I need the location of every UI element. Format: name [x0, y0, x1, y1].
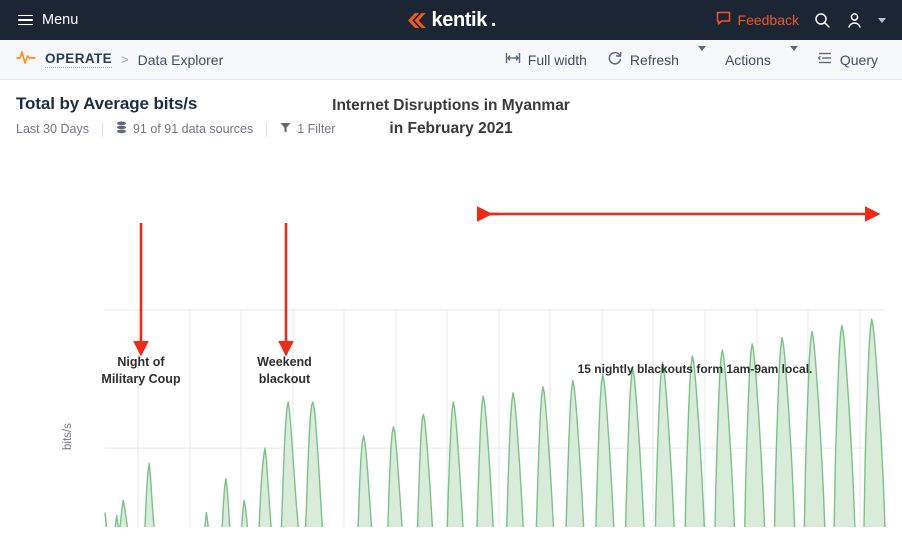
speech-bubble-icon: [716, 11, 731, 29]
chevron-down-icon: [697, 45, 706, 68]
annotation-weekend-blackout: Weekend blackout: [257, 355, 312, 386]
refresh-label: Refresh: [629, 51, 679, 68]
refresh-button[interactable]: Refresh: [599, 45, 687, 74]
chart-gridlines: [105, 309, 886, 527]
annotation-nightly-blackouts: 15 nightly blackouts form 1am-9am local.: [577, 362, 813, 376]
top-nav-actions: Feedback: [716, 11, 886, 29]
breadcrumb-data-explorer[interactable]: Data Explorer: [138, 52, 224, 68]
list-lines-icon: [817, 51, 833, 68]
filters-label: 1 Filter: [297, 122, 336, 136]
breadcrumb-separator: >: [121, 52, 129, 67]
breadcrumb-toolbar: OPERATE > Data Explorer Full width Refre…: [0, 40, 902, 80]
user-avatar-icon[interactable]: [846, 12, 863, 29]
annotation-military-coup: Night of Military Coup: [101, 355, 181, 386]
chart-container: bits/s Night of Military Coup Weekend bl…: [0, 142, 902, 527]
funnel-filter-icon: [280, 122, 291, 137]
breadcrumb-operate[interactable]: OPERATE: [45, 51, 113, 68]
time-range-label: Last 30 Days: [16, 122, 89, 136]
page-title: Total by Average bits/s: [16, 94, 198, 113]
panel-header: Total by Average bits/s Last 30 Days 91 …: [0, 80, 902, 142]
query-button[interactable]: Query: [809, 46, 886, 73]
meta-divider: [266, 121, 268, 137]
feedback-button[interactable]: Feedback: [716, 11, 799, 29]
kentik-chevrons-icon: [406, 12, 428, 29]
y-axis-label: bits/s: [62, 423, 74, 450]
arrows-horizontal-icon: [505, 51, 521, 68]
search-icon[interactable]: [814, 12, 831, 29]
menu-label: Menu: [42, 12, 79, 28]
timeseries-area-chart[interactable]: [0, 142, 902, 527]
actions-button[interactable]: Actions: [717, 47, 779, 73]
user-menu-chevron-down-icon[interactable]: [878, 17, 886, 23]
chevron-down-icon: [789, 45, 798, 68]
refresh-icon: [607, 50, 623, 69]
time-range-selector[interactable]: Last 30 Days: [16, 122, 89, 136]
hamburger-menu-icon: [18, 11, 33, 28]
panel-toolbar: Full width Refresh Actions Query: [497, 43, 886, 77]
breadcrumb: OPERATE > Data Explorer: [16, 49, 223, 70]
top-navigation-bar: Menu kentik . Feedback: [0, 0, 902, 40]
filters-selector[interactable]: 1 Filter: [280, 122, 335, 137]
query-label: Query: [839, 51, 878, 68]
full-width-label: Full width: [527, 51, 587, 68]
actions-dropdown-button[interactable]: [783, 43, 805, 77]
data-sources-label: 91 of 91 data sources: [132, 122, 254, 136]
series-area-fill: [105, 319, 885, 527]
series-line: [104, 318, 886, 527]
meta-divider: [101, 121, 103, 137]
query-metadata: Last 30 Days 91 of 91 data sources 1 Fil…: [16, 121, 886, 137]
menu-button[interactable]: Menu: [18, 11, 78, 28]
brand-wordmark: kentik: [431, 8, 488, 31]
actions-label: Actions: [724, 51, 771, 68]
database-icon: [116, 121, 127, 137]
feedback-label: Feedback: [737, 12, 799, 28]
brand-period: .: [490, 8, 497, 31]
data-sources-selector[interactable]: 91 of 91 data sources: [116, 121, 253, 137]
activity-pulse-icon: [16, 49, 36, 70]
chart-annotations: [133, 206, 881, 357]
refresh-dropdown-button[interactable]: [691, 43, 713, 77]
full-width-button[interactable]: Full width: [497, 46, 595, 73]
